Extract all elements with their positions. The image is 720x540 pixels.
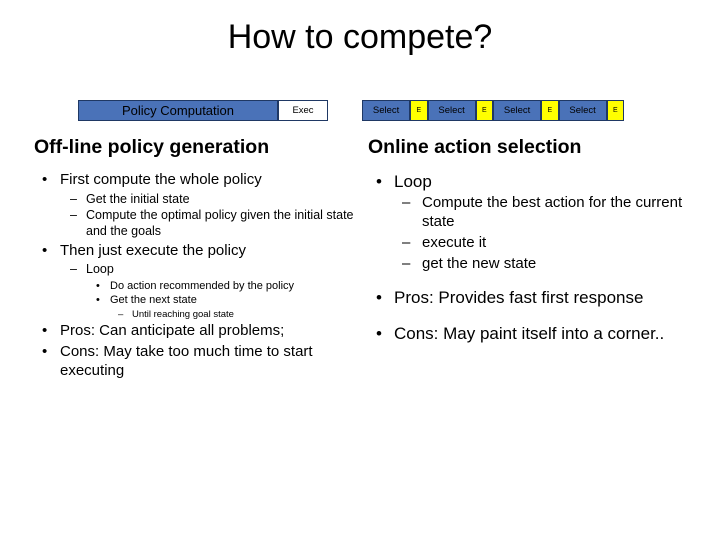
list-item: • Do action recommended by the policy [86, 280, 354, 294]
list-item: • Cons: May take too much time to start … [34, 343, 354, 381]
policy-computation-label: Policy Computation [78, 100, 278, 121]
bullet-level2-icon: – [70, 191, 77, 206]
bullet-level2-icon: – [70, 208, 77, 223]
list-item: – Until reaching goal state [110, 309, 354, 321]
list-item-text: Loop [394, 172, 432, 191]
list-item-text: Pros: Provides fast first response [394, 288, 644, 308]
list-item-text: Compute the best action for the current … [422, 194, 683, 230]
list-item-text: Cons: May paint itself into a corner.. [394, 323, 665, 343]
exec-marker-3: E [541, 100, 559, 121]
sublist: – Compute the best action for the curren… [394, 194, 698, 273]
left-column-list: • First compute the whole policy – Get t… [34, 171, 354, 381]
slide: How to compete? Policy Computation Exec … [0, 0, 720, 540]
bullet-level4-icon: – [118, 308, 124, 320]
list-item: • Loop – Compute the best action for the… [368, 171, 698, 273]
right-column-list: • Loop – Compute the best action for the… [368, 171, 698, 344]
list-item: • Cons: May paint itself into a corner.. [368, 323, 698, 344]
list-item: – Compute the optimal policy given the i… [60, 208, 354, 239]
select-label-1: Select [362, 100, 411, 121]
bullet-level1-icon: • [376, 288, 382, 308]
exec-marker-1: E [410, 100, 428, 121]
online-selection-bar: Select E Select E Select E Select E [362, 100, 624, 121]
sublist: – Get the initial state – Compute the op… [60, 192, 354, 240]
policy-computation-bar: Policy Computation Exec [78, 100, 328, 121]
list-item: • First compute the whole policy – Get t… [34, 171, 354, 240]
select-label-3: Select [493, 100, 542, 121]
list-item: – Loop • Do action recommended by the po… [60, 262, 354, 320]
bullet-level1-icon: • [42, 343, 48, 361]
bullet-level2-icon: – [402, 254, 411, 272]
bullet-level2-icon: – [402, 233, 411, 251]
sublist: – Until reaching goal state [110, 309, 354, 321]
left-column: Off-line policy generation • First compu… [34, 136, 354, 383]
list-item: • Pros: Can anticipate all problems; [34, 322, 354, 341]
bullet-level1-icon: • [376, 323, 382, 343]
bullet-level1-icon: • [42, 171, 48, 188]
bullet-level1-icon: • [376, 172, 382, 191]
list-item-text: execute it [422, 233, 487, 251]
right-column-heading: Online action selection [368, 136, 582, 158]
exec-label: Exec [278, 100, 328, 121]
list-item-text: Get the initial state [86, 191, 190, 206]
list-item-text: First compute the whole policy [60, 171, 262, 188]
list-item-text: Do action recommended by the policy [110, 280, 295, 292]
list-item-text: Compute the optimal policy given the ini… [86, 208, 354, 238]
bullet-level3-icon: • [96, 280, 100, 292]
exec-marker-2: E [475, 100, 493, 121]
sublist: – Loop • Do action recommended by the po… [60, 262, 354, 320]
list-item: – Compute the best action for the curren… [394, 194, 698, 232]
list-item: – execute it [394, 234, 698, 253]
list-item-text: Then just execute the policy [60, 241, 246, 259]
bullet-level2-icon: – [70, 262, 77, 277]
bullet-level1-icon: • [42, 241, 48, 259]
bullet-level2-icon: – [402, 194, 411, 212]
bullet-level1-icon: • [42, 322, 48, 340]
list-item-text: Pros: Can anticipate all problems; [60, 322, 285, 340]
select-label-4: Select [558, 100, 607, 121]
list-item-text: get the new state [422, 254, 537, 272]
list-item-text: Get the next state [110, 293, 197, 306]
sublist: • Do action recommended by the policy • … [86, 280, 354, 320]
list-item: • Then just execute the policy – Loop • … [34, 242, 354, 321]
select-label-2: Select [427, 100, 476, 121]
timeline-diagram: Policy Computation Exec Select E Select … [0, 100, 720, 126]
list-item-text: Loop [86, 262, 114, 277]
list-item: – Get the initial state [60, 192, 354, 208]
list-item-text: Until reaching goal state [132, 308, 234, 320]
page-title: How to compete? [227, 18, 493, 56]
left-column-heading: Off-line policy generation [34, 136, 270, 158]
list-item-text: Cons: May take too much time to start ex… [60, 343, 313, 379]
exec-marker-4: E [606, 100, 624, 121]
list-item: • Get the next state – Until reaching go… [86, 294, 354, 321]
list-item: – get the new state [394, 255, 698, 274]
list-item: • Pros: Provides fast first response [368, 287, 698, 308]
bullet-level3-icon: • [96, 293, 100, 306]
right-column: Online action selection • Loop – Compute… [368, 136, 698, 348]
